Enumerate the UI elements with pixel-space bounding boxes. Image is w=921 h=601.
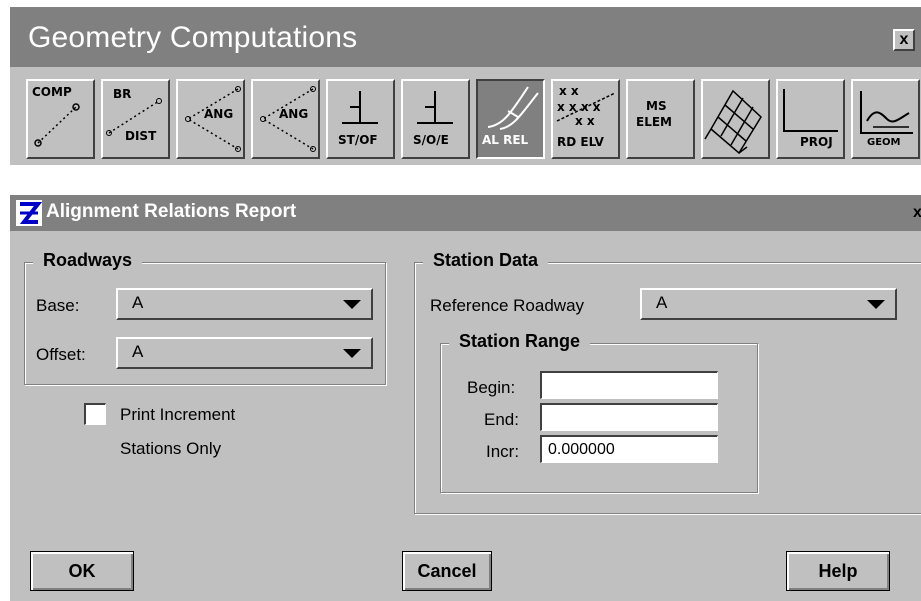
offset-label: Offset: (36, 345, 86, 364)
tool-al-rel-label: AL REL (482, 133, 529, 147)
chevron-down-icon[interactable] (343, 349, 361, 358)
alignment-relations-dialog: Alignment Relations Report x Roadways Ba… (8, 193, 921, 601)
tool-s-o-e-label: S/O/E (413, 133, 449, 147)
reference-roadway-select[interactable]: A (640, 288, 897, 320)
cancel-button[interactable]: Cancel (402, 551, 492, 591)
station-data-group-title: Station Data (423, 250, 549, 271)
offset-roadway-value: A (132, 342, 144, 361)
roadways-group-title: Roadways (33, 250, 143, 271)
svg-text:x x: x x (559, 84, 579, 98)
svg-text:x x: x x (575, 114, 595, 128)
tool-ang-2-label: ANG (279, 107, 309, 121)
begin-label: Begin: (467, 378, 516, 397)
palette-title-bar[interactable]: Geometry Computations x (10, 7, 921, 67)
tool-s-o-e[interactable]: S/O/E (401, 79, 470, 159)
tool-comp[interactable]: COMP (26, 79, 95, 159)
chevron-down-icon[interactable] (867, 300, 885, 309)
incr-label: Incr: (486, 442, 520, 461)
app-logo-icon (16, 200, 42, 226)
offset-roadway-select[interactable]: A (116, 337, 373, 369)
palette-toolbar: COMP BR DIST ANG ANG ST/OF S/O/E AL REL … (26, 79, 921, 159)
tool-rd-elv-label: RD ELV (557, 135, 604, 149)
begin-station-input[interactable] (540, 371, 718, 399)
tool-grid[interactable] (701, 79, 770, 159)
end-label: End: (484, 410, 519, 429)
tool-rd-elv[interactable]: x x x x x x x x RD ELV (551, 79, 620, 159)
reference-roadway-label: Reference Roadway (430, 296, 585, 315)
tool-dist-label: DIST (125, 129, 157, 143)
base-roadway-value: A (132, 293, 144, 312)
print-increment-checkbox[interactable] (84, 403, 106, 425)
grid-icon (704, 89, 762, 155)
print-increment-label-line2[interactable]: Stations Only (120, 439, 221, 459)
palette-title: Geometry Computations (28, 21, 358, 54)
tool-proj[interactable]: PROJ (776, 79, 845, 159)
tool-ms-elem[interactable]: MS ELEM (626, 79, 695, 159)
dialog-title: Alignment Relations Report (46, 201, 297, 222)
tool-elem-label: ELEM (636, 115, 672, 129)
help-button[interactable]: Help (786, 551, 890, 591)
tool-ang-1[interactable]: ANG (176, 79, 245, 159)
tool-ms-label: MS (646, 99, 667, 113)
svg-text:x x x x: x x x x (557, 100, 601, 114)
tool-st-of-label: ST/OF (338, 133, 378, 147)
tool-br-label: BR (113, 87, 132, 101)
end-station-input[interactable] (540, 403, 718, 431)
dialog-title-bar[interactable]: Alignment Relations Report x (10, 195, 921, 231)
base-label: Base: (36, 296, 80, 315)
base-roadway-select[interactable]: A (116, 288, 373, 320)
reference-roadway-value: A (656, 293, 668, 312)
tool-br-dist[interactable]: BR DIST (101, 79, 170, 159)
tool-al-rel[interactable]: AL REL (476, 79, 545, 159)
dialog-close-button[interactable]: x (913, 203, 921, 223)
chevron-down-icon[interactable] (343, 300, 361, 309)
tool-ang-1-label: ANG (204, 107, 234, 121)
print-increment-label-line1[interactable]: Print Increment (120, 405, 235, 425)
increment-input[interactable] (540, 435, 718, 463)
tool-proj-label: PROJ (800, 135, 833, 149)
tool-comp-label: COMP (32, 85, 72, 99)
ok-button[interactable]: OK (30, 551, 134, 591)
geometry-computations-palette: Geometry Computations x COMP BR DIST ANG… (8, 5, 921, 165)
tool-ang-2[interactable]: ANG (251, 79, 320, 159)
tool-geom[interactable]: GEOM (851, 79, 920, 159)
palette-close-button[interactable]: x (893, 29, 915, 51)
tool-st-of[interactable]: ST/OF (326, 79, 395, 159)
station-range-group-title: Station Range (449, 331, 591, 352)
tool-geom-label: GEOM (867, 137, 901, 148)
